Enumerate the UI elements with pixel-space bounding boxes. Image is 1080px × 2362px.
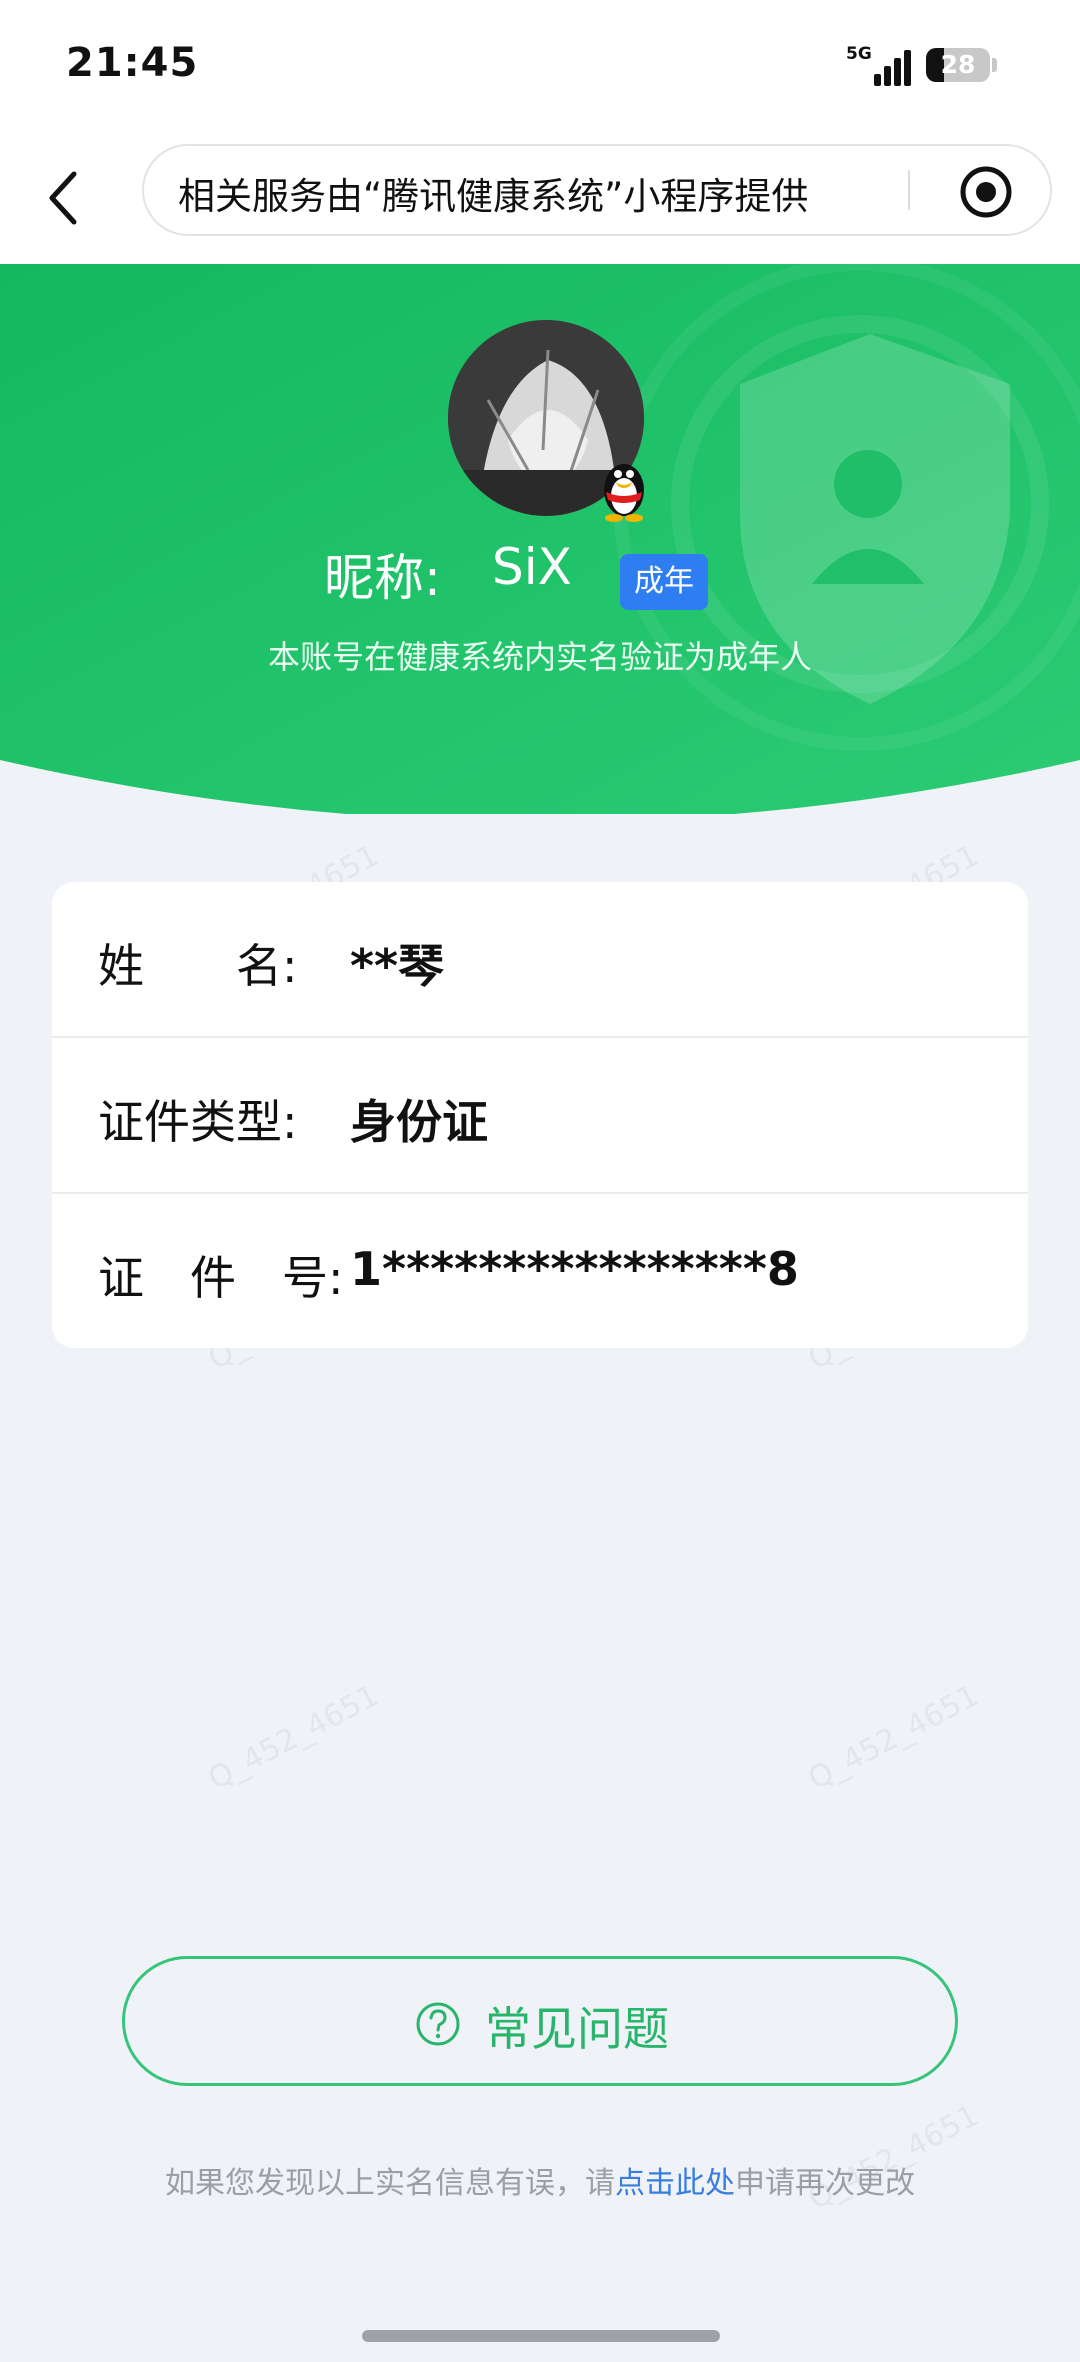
id-number-value: 1****************8 [350,1242,799,1296]
status-bar: 21:45 5G 28 [0,0,1080,140]
watermark: Q_452_4651 [802,1678,985,1797]
faq-button[interactable]: 常见问题 [122,1956,958,2086]
question-circle-icon [416,2002,460,2046]
nickname-label: 昵称: [324,549,441,607]
identity-info-card: 姓 名: **琴 证件类型: 身份证 证 件 号: 1*************… [52,882,1028,1348]
battery-level: 28 [940,50,976,79]
home-indicator[interactable] [362,2330,720,2342]
info-row-id-number: 证 件 号: 1****************8 [52,1192,1028,1348]
watermark: Q_452_4651 [202,1678,385,1797]
profile-header: 昵称: SiX 成年 本账号在健康系统内实名验证为成年人 [0,264,1080,814]
nav-title: 相关服务由“腾讯健康系统”小程序提供 [178,175,809,218]
faq-label: 常见问题 [485,2002,669,2056]
adult-badge: 成年 [620,554,708,610]
nickname-value: SiX [492,538,572,596]
footnote-text-after: 申请再次更改 [735,2166,915,2201]
footnote-text-before: 如果您发现以上实名信息有误，请 [165,2166,615,2201]
capsule-divider [908,170,910,210]
info-row-id-type: 证件类型: 身份证 [52,1036,1028,1192]
verification-subtitle: 本账号在健康系统内实名验证为成年人 [267,638,812,676]
network-type: 5G [846,44,872,64]
nav-bar: 相关服务由“腾讯健康系统”小程序提供 [0,140,1080,264]
footnote: 如果您发现以上实名信息有误，请点击此处申请再次更改 [0,2158,1080,2202]
id-number-label: 证 件 号: [98,1251,344,1305]
name-value: **琴 [350,939,445,993]
id-type-label: 证件类型: [98,1095,298,1149]
back-button[interactable] [40,160,92,232]
nickname-row: 昵称: SiX 成年 [0,534,1080,614]
battery-tip [992,58,997,72]
name-label: 姓 名: [98,939,298,993]
info-row-name: 姓 名: **琴 [52,882,1028,1036]
close-miniprogram-button[interactable] [958,164,1014,220]
id-type-value: 身份证 [350,1095,488,1149]
status-time: 21:45 [66,40,199,86]
qq-penguin-icon [596,450,652,522]
nav-capsule: 相关服务由“腾讯健康系统”小程序提供 [142,144,1052,236]
signal-icon [874,46,914,86]
battery-icon: 28 [926,48,990,82]
click-here-link[interactable]: 点击此处 [615,2166,735,2201]
back-arrow-icon [49,171,77,225]
target-icon [960,166,1012,218]
